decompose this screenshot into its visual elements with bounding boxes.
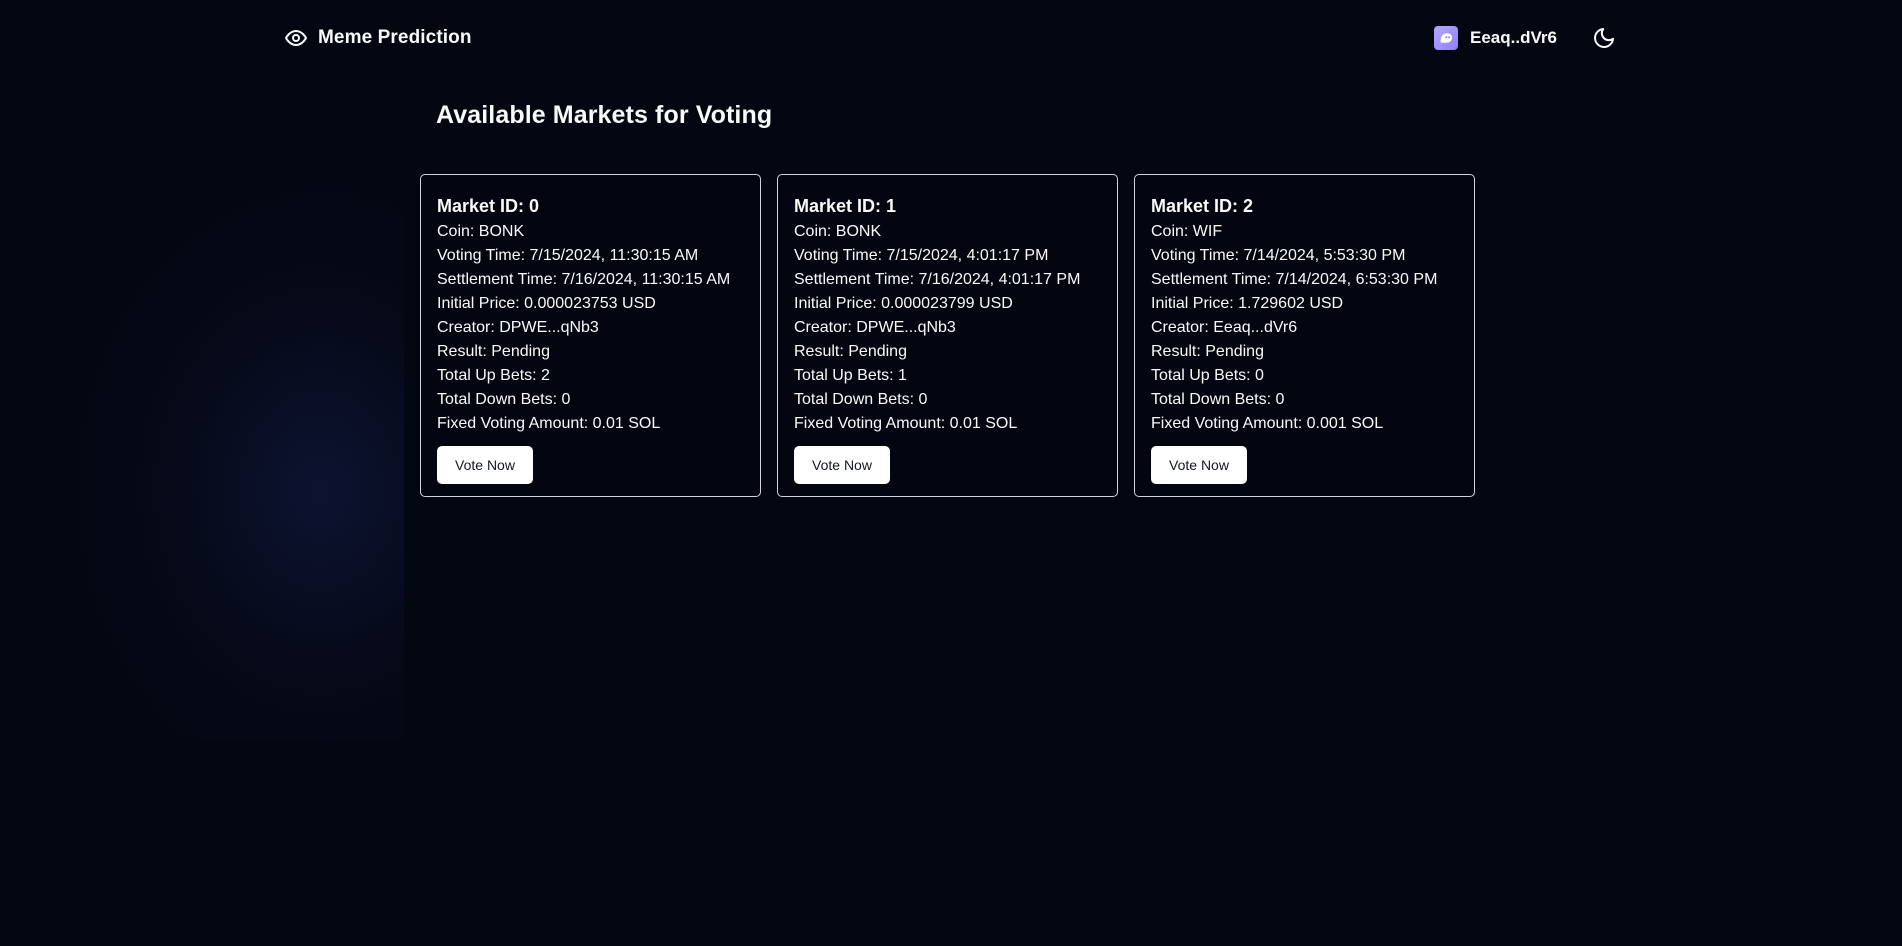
- moon-icon: [1592, 26, 1616, 55]
- market-id: Market ID: 2: [1151, 196, 1254, 216]
- market-result: Result: Pending: [1151, 343, 1264, 360]
- market-total-up-bets: Total Up Bets: 1: [794, 367, 907, 384]
- theme-toggle-button[interactable]: [1590, 26, 1618, 54]
- market-total-down-bets: Total Down Bets: 0: [794, 391, 928, 408]
- market-card: Market ID: 1 Coin: BONK Voting Time: 7/1…: [777, 174, 1118, 497]
- market-total-up-bets: Total Up Bets: 0: [1151, 367, 1264, 384]
- market-card: Market ID: 0 Coin: BONK Voting Time: 7/1…: [420, 174, 761, 497]
- vote-now-button[interactable]: Vote Now: [437, 446, 533, 484]
- market-creator: Creator: Eeaq...dVr6: [1151, 319, 1298, 336]
- app-page: Meme Prediction Eeaq..dVr6 Available Mar…: [0, 0, 1902, 946]
- market-result: Result: Pending: [794, 343, 907, 360]
- market-fixed-voting-amount: Fixed Voting Amount: 0.01 SOL: [794, 415, 1018, 432]
- market-fixed-voting-amount: Fixed Voting Amount: 0.001 SOL: [1151, 415, 1384, 432]
- market-voting-time: Voting Time: 7/14/2024, 5:53:30 PM: [1151, 247, 1406, 264]
- background-glow: [0, 60, 404, 740]
- market-creator: Creator: DPWE...qNb3: [437, 319, 599, 336]
- market-id: Market ID: 1: [794, 196, 897, 216]
- top-navbar: Meme Prediction Eeaq..dVr6: [0, 0, 1902, 76]
- market-creator: Creator: DPWE...qNb3: [794, 319, 956, 336]
- market-total-down-bets: Total Down Bets: 0: [437, 391, 571, 408]
- market-voting-time: Voting Time: 7/15/2024, 11:30:15 AM: [437, 247, 699, 264]
- vote-now-button[interactable]: Vote Now: [794, 446, 890, 484]
- market-settlement-time: Settlement Time: 7/16/2024, 11:30:15 AM: [437, 271, 731, 288]
- wallet-address: Eeaq..dVr6: [1470, 28, 1557, 47]
- page-title: Available Markets for Voting: [436, 101, 773, 129]
- market-total-up-bets: Total Up Bets: 2: [437, 367, 550, 384]
- market-initial-price: Initial Price: 1.729602 USD: [1151, 295, 1344, 312]
- market-settlement-time: Settlement Time: 7/16/2024, 4:01:17 PM: [794, 271, 1081, 288]
- market-initial-price: Initial Price: 0.000023799 USD: [794, 295, 1013, 312]
- brand-title: Meme Prediction: [318, 27, 472, 48]
- market-card: Market ID: 2 Coin: WIF Voting Time: 7/14…: [1134, 174, 1475, 497]
- wallet-logo-icon: [1434, 26, 1458, 50]
- market-initial-price: Initial Price: 0.000023753 USD: [437, 295, 656, 312]
- market-coin: Coin: BONK: [794, 223, 882, 240]
- brand-link[interactable]: Meme Prediction: [284, 26, 472, 50]
- market-fixed-voting-amount: Fixed Voting Amount: 0.01 SOL: [437, 415, 661, 432]
- market-card-list: Market ID: 0 Coin: BONK Voting Time: 7/1…: [420, 174, 1475, 497]
- eye-icon: [284, 26, 308, 50]
- market-coin: Coin: WIF: [1151, 223, 1223, 240]
- market-result: Result: Pending: [437, 343, 550, 360]
- market-total-down-bets: Total Down Bets: 0: [1151, 391, 1285, 408]
- market-settlement-time: Settlement Time: 7/14/2024, 6:53:30 PM: [1151, 271, 1438, 288]
- market-coin: Coin: BONK: [437, 223, 525, 240]
- vote-now-button[interactable]: Vote Now: [1151, 446, 1247, 484]
- market-id: Market ID: 0: [437, 196, 540, 216]
- market-voting-time: Voting Time: 7/15/2024, 4:01:17 PM: [794, 247, 1049, 264]
- wallet-button[interactable]: Eeaq..dVr6: [1434, 26, 1557, 50]
